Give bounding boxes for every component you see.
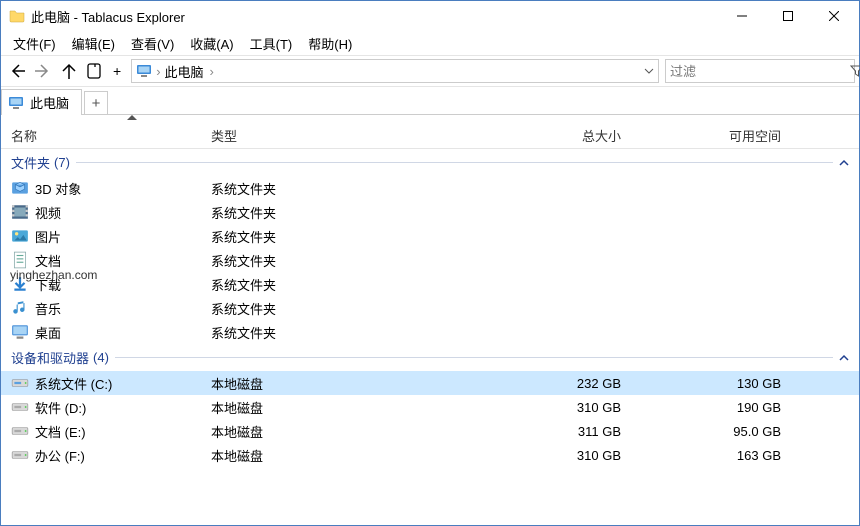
menu-item-3[interactable]: 收藏(A) — [182, 32, 241, 55]
menu-item-2[interactable]: 查看(V) — [123, 32, 182, 55]
list-item[interactable]: 视频系统文件夹 — [1, 200, 859, 224]
add-tab-button[interactable]: + — [84, 91, 108, 115]
list-item[interactable]: 文档 (E:)本地磁盘311 GB95.0 GB — [1, 419, 859, 443]
item-size: 310 GB — [491, 448, 651, 463]
group-header[interactable]: 设备和驱动器 (4) — [1, 344, 859, 371]
up-button[interactable] — [57, 59, 81, 83]
drive-icon — [11, 446, 29, 464]
list-item[interactable]: 软件 (D:)本地磁盘310 GB190 GB — [1, 395, 859, 419]
item-name: 音乐 — [35, 299, 211, 318]
address-dropdown-icon[interactable] — [644, 66, 654, 76]
item-name: 桌面 — [35, 323, 211, 342]
address-bar[interactable]: › 此电脑 › — [131, 59, 659, 83]
item-name: 软件 (D:) — [35, 398, 211, 417]
item-name: 办公 (F:) — [35, 446, 211, 465]
item-type: 系统文件夹 — [211, 203, 491, 222]
list-item[interactable]: 桌面系统文件夹 — [1, 320, 859, 344]
address-sep2[interactable]: › — [210, 64, 214, 79]
new-tab-icon[interactable] — [83, 59, 107, 83]
list-item[interactable]: 下载系统文件夹 — [1, 272, 859, 296]
item-type: 系统文件夹 — [211, 275, 491, 294]
col-type[interactable]: 类型 — [211, 126, 491, 145]
tab-label: 此电脑 — [30, 93, 69, 112]
list-item[interactable]: 3D 对象系统文件夹 — [1, 176, 859, 200]
video-icon — [11, 203, 29, 221]
pc-icon — [8, 95, 24, 111]
item-free: 190 GB — [651, 400, 811, 415]
group-label: 文件夹 — [11, 153, 50, 172]
pictures-icon — [11, 227, 29, 245]
item-name: 图片 — [35, 227, 211, 246]
item-type: 系统文件夹 — [211, 323, 491, 342]
list-item[interactable]: 音乐系统文件夹 — [1, 296, 859, 320]
group-count: (4) — [93, 350, 109, 365]
docs-icon — [11, 251, 29, 269]
maximize-button[interactable] — [765, 1, 811, 31]
item-type: 本地磁盘 — [211, 374, 491, 393]
pc-icon — [136, 63, 152, 79]
item-type: 系统文件夹 — [211, 299, 491, 318]
item-type: 系统文件夹 — [211, 251, 491, 270]
add-location-button[interactable]: + — [109, 63, 125, 79]
desktop-icon — [11, 323, 29, 341]
group-header[interactable]: 文件夹 (7) — [1, 149, 859, 176]
list-item[interactable]: 系统文件 (C:)本地磁盘232 GB130 GB — [1, 371, 859, 395]
item-size: 311 GB — [491, 424, 651, 439]
menubar: 文件(F)编辑(E)查看(V)收藏(A)工具(T)帮助(H) — [1, 31, 859, 55]
col-size[interactable]: 总大小 — [491, 126, 651, 145]
item-name: 文档 (E:) — [35, 422, 211, 441]
item-name: 3D 对象 — [35, 179, 211, 198]
back-button[interactable] — [5, 59, 29, 83]
menu-item-5[interactable]: 帮助(H) — [300, 32, 360, 55]
item-size: 310 GB — [491, 400, 651, 415]
item-size: 232 GB — [491, 376, 651, 391]
menu-item-1[interactable]: 编辑(E) — [64, 32, 123, 55]
3d-icon — [11, 179, 29, 197]
item-type: 本地磁盘 — [211, 446, 491, 465]
filter-icon[interactable] — [850, 64, 860, 78]
forward-button[interactable] — [31, 59, 55, 83]
item-type: 系统文件夹 — [211, 179, 491, 198]
list-item[interactable]: 文档系统文件夹 — [1, 248, 859, 272]
window-title: 此电脑 - Tablacus Explorer — [31, 7, 719, 26]
col-free[interactable]: 可用空间 — [651, 126, 811, 145]
menu-item-4[interactable]: 工具(T) — [242, 32, 301, 55]
chevron-up-icon[interactable] — [839, 158, 849, 168]
item-free: 163 GB — [651, 448, 811, 463]
item-name: 文档 — [35, 251, 211, 270]
item-free: 130 GB — [651, 376, 811, 391]
sort-indicator-icon — [1, 115, 859, 123]
item-type: 系统文件夹 — [211, 227, 491, 246]
tab-this-pc[interactable]: 此电脑 — [1, 89, 82, 115]
address-text[interactable]: 此电脑 — [165, 62, 204, 81]
drive-icon — [11, 422, 29, 440]
column-headers[interactable]: 名称 类型 总大小 可用空间 — [1, 123, 859, 149]
group-label: 设备和驱动器 — [11, 348, 89, 367]
item-name: 视频 — [35, 203, 211, 222]
close-button[interactable] — [811, 1, 857, 31]
list-item[interactable]: 图片系统文件夹 — [1, 224, 859, 248]
item-free: 95.0 GB — [651, 424, 811, 439]
group-count: (7) — [54, 155, 70, 170]
watermark-text: yinghezhan.com — [10, 268, 97, 282]
music-icon — [11, 299, 29, 317]
item-type: 本地磁盘 — [211, 398, 491, 417]
filter-input[interactable] — [666, 64, 850, 79]
filter-box[interactable] — [665, 59, 855, 83]
item-type: 本地磁盘 — [211, 422, 491, 441]
list-item[interactable]: 办公 (F:)本地磁盘310 GB163 GB — [1, 443, 859, 467]
minimize-button[interactable] — [719, 1, 765, 31]
menu-item-0[interactable]: 文件(F) — [5, 32, 64, 55]
app-folder-icon — [9, 8, 25, 24]
chevron-up-icon[interactable] — [839, 353, 849, 363]
drive-sys-icon — [11, 374, 29, 392]
address-sep: › — [156, 64, 160, 79]
item-name: 系统文件 (C:) — [35, 374, 211, 393]
drive-icon — [11, 398, 29, 416]
col-name[interactable]: 名称 — [11, 126, 211, 145]
